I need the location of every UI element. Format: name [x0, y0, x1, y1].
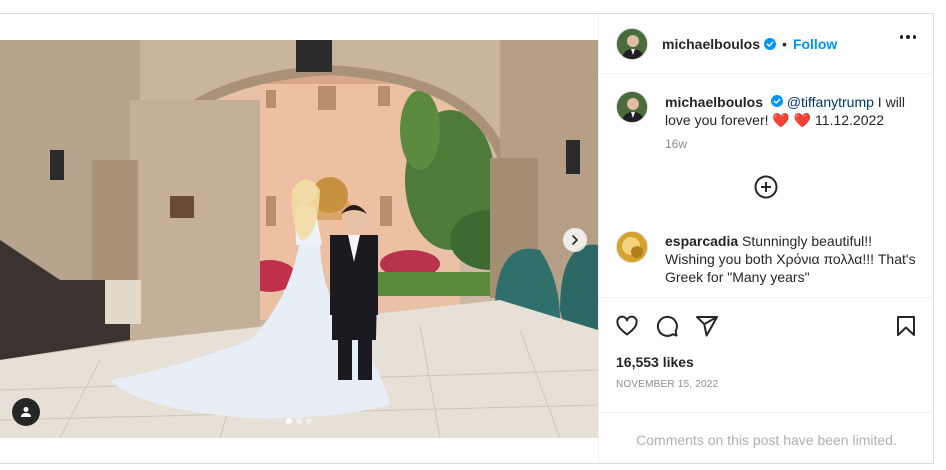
paper-plane-icon	[696, 316, 718, 337]
save-button[interactable]	[894, 314, 918, 338]
author-username[interactable]: michaelboulos	[662, 36, 760, 52]
post-actions: 16,553 likes NOVEMBER 15, 2022 Comments …	[599, 297, 934, 465]
like-button[interactable]	[615, 314, 639, 338]
header-separator: •	[782, 35, 787, 52]
post-date[interactable]: NOVEMBER 15, 2022	[616, 379, 718, 390]
carousel-dot	[286, 418, 292, 424]
carousel-dot	[306, 418, 312, 424]
verified-badge-icon	[770, 95, 783, 107]
share-button[interactable]	[695, 314, 719, 338]
avatar-image	[617, 28, 647, 59]
likes-count[interactable]: 16,553 likes	[616, 354, 694, 370]
post-photo[interactable]	[0, 40, 598, 438]
post-side-panel: michaelboulos • Follow michaelboulos @ti…	[598, 14, 934, 465]
caption-date: 11.12.2022	[811, 112, 885, 128]
next-image-button[interactable]	[563, 228, 587, 252]
carousel-indicator	[0, 418, 598, 424]
caption-text: michaelboulos @tiffanytrump I will love …	[665, 93, 915, 129]
avatar-image	[617, 92, 647, 122]
avatar-image	[617, 232, 647, 262]
wedding-photo-illustration	[0, 40, 598, 438]
commenter-username[interactable]: esparcadia	[665, 233, 738, 249]
bookmark-icon	[897, 316, 915, 336]
follow-button[interactable]: Follow	[793, 36, 837, 52]
post-container: michaelboulos • Follow michaelboulos @ti…	[0, 13, 934, 465]
caption-avatar[interactable]	[616, 91, 648, 123]
caption-time-ago[interactable]: 16w	[665, 137, 687, 151]
heart-outline-icon	[616, 315, 638, 336]
comment-text: esparcadia Stunningly beautiful!! Wishin…	[665, 232, 925, 286]
caption-username[interactable]: michaelboulos	[665, 94, 763, 110]
heart-emoji-icon: ❤️ ❤️	[772, 112, 812, 128]
post-header: michaelboulos • Follow	[599, 14, 934, 74]
user-tag-icon	[21, 407, 31, 417]
load-more-comments-button[interactable]	[754, 175, 778, 199]
carousel-dot	[296, 418, 302, 424]
caption-mention-link[interactable]: @tiffanytrump	[787, 94, 874, 110]
commenter-avatar[interactable]	[616, 231, 648, 263]
comment-bubble-icon	[656, 315, 678, 337]
chevron-right-icon	[572, 235, 579, 245]
author-avatar[interactable]	[616, 27, 648, 60]
more-options-icon[interactable]	[899, 35, 916, 39]
comments-limited-notice: Comments on this post have been limited.	[599, 412, 934, 466]
comment-button[interactable]	[655, 314, 679, 338]
verified-badge-icon	[764, 37, 777, 50]
plus-circle-icon	[754, 175, 778, 199]
